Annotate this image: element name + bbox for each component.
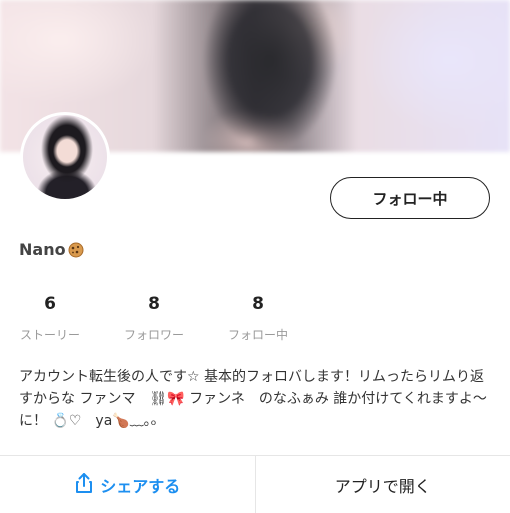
stat-stories-count: 6 xyxy=(18,294,82,314)
avatar-image xyxy=(23,115,107,199)
stat-followers-count: 8 xyxy=(120,294,188,314)
stat-stories-label: ストーリー xyxy=(18,326,82,343)
stat-followers-label: フォロワー xyxy=(120,326,188,343)
bottom-action-bar: シェアする アプリで開く xyxy=(0,455,510,513)
cookie-icon xyxy=(68,242,84,258)
profile-name-row: Nano xyxy=(19,240,84,259)
stat-following-count: 8 xyxy=(224,294,292,314)
share-icon xyxy=(74,472,94,498)
avatar[interactable] xyxy=(20,112,110,202)
profile-name: Nano xyxy=(19,240,66,259)
stat-stories[interactable]: 6 ストーリー xyxy=(18,294,82,343)
share-button[interactable]: シェアする xyxy=(0,456,256,513)
open-in-app-label: アプリで開く xyxy=(335,473,431,497)
share-label: シェアする xyxy=(100,473,180,497)
open-in-app-button[interactable]: アプリで開く xyxy=(256,456,510,513)
profile-bio: アカウント転生後の人です☆ 基本的フォロバします！リムったらリムり返すからな フ… xyxy=(19,366,494,432)
following-button[interactable]: フォロー中 xyxy=(330,177,490,219)
stat-following[interactable]: 8 フォロー中 xyxy=(224,294,292,343)
stat-followers[interactable]: 8 フォロワー xyxy=(120,294,188,343)
stat-following-label: フォロー中 xyxy=(224,326,292,343)
